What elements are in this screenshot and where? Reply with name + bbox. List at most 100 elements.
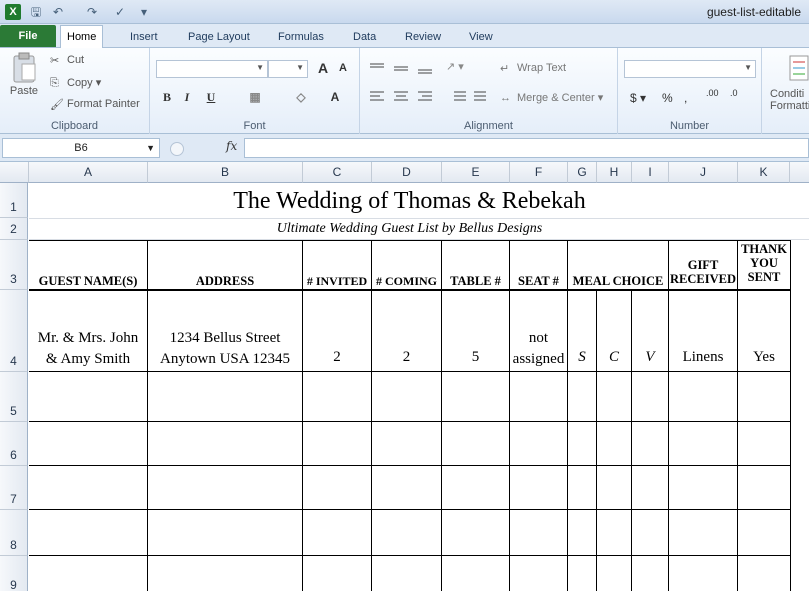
format-painter-button[interactable]: 🖌 Format Painter	[50, 98, 140, 111]
cell-gift[interactable]: Linens	[669, 349, 737, 366]
cell-meal-c[interactable]: C	[597, 349, 631, 366]
tab-page-layout[interactable]: Page Layout	[182, 28, 256, 48]
cell-meal-v[interactable]: V	[632, 349, 668, 366]
header-guest-name[interactable]: GUEST NAME(S)	[29, 274, 147, 288]
scissors-icon: ✂	[50, 55, 60, 68]
tab-data[interactable]: Data	[347, 28, 382, 48]
header-seat[interactable]: SEAT #	[510, 274, 567, 288]
sheet-title[interactable]: The Wedding of Thomas & Rebekah	[29, 184, 790, 218]
cell-table[interactable]: 5	[442, 349, 509, 366]
undo-icon[interactable]: ↶	[50, 4, 66, 20]
header-invited[interactable]: # INVITED	[303, 274, 371, 288]
header-thank-you-sent[interactable]: THANK YOU SENT	[738, 242, 790, 284]
row-header-5[interactable]: 5	[0, 372, 28, 422]
currency-button[interactable]: $ ▾	[630, 91, 646, 105]
column-header-e[interactable]: E	[442, 162, 510, 183]
name-box[interactable]: B6 ▼	[2, 138, 160, 158]
column-header-a[interactable]: A	[29, 162, 148, 183]
tab-formulas[interactable]: Formulas	[272, 28, 330, 48]
redo-icon[interactable]: ↷	[84, 4, 100, 20]
insert-function-button[interactable]: fx	[226, 139, 237, 153]
header-address[interactable]: ADDRESS	[148, 274, 302, 288]
tab-review[interactable]: Review	[399, 28, 447, 48]
spellcheck-icon[interactable]: ✓	[112, 4, 128, 20]
column-header-g[interactable]: G	[568, 162, 597, 183]
borders-icon[interactable]: ▦	[246, 90, 264, 104]
row-header-9[interactable]: 9	[0, 556, 28, 591]
comma-button[interactable]: ,	[684, 91, 687, 105]
copy-button[interactable]: ⎘ Copy ▾	[50, 76, 101, 89]
decrease-decimal-button[interactable]: .0	[730, 88, 738, 98]
cell-meal-s[interactable]: S	[568, 349, 596, 366]
header-meal-choice[interactable]: MEAL CHOICE	[568, 274, 668, 288]
row-header-3[interactable]: 3	[0, 240, 28, 290]
column-header-d[interactable]: D	[372, 162, 442, 183]
merge-center-button[interactable]: ↔ Merge & Center ▾	[500, 91, 603, 104]
cell-guest-name[interactable]: Mr. & Mrs. John & Amy Smith	[29, 328, 147, 370]
row-number: 7	[10, 492, 17, 506]
paste-button[interactable]: Paste	[6, 52, 42, 97]
header-table[interactable]: TABLE #	[442, 274, 509, 288]
underline-button[interactable]: U	[202, 90, 220, 105]
column-header-j[interactable]: J	[669, 162, 738, 183]
cell-seat[interactable]: not assigned	[510, 328, 567, 370]
header-gift-received[interactable]: GIFT RECEIVED	[669, 258, 737, 286]
formula-bar-expand-icon[interactable]	[170, 142, 184, 156]
save-icon[interactable]: 🖫	[28, 4, 44, 20]
font-size-select[interactable]: ▼	[268, 60, 308, 78]
customize-icon[interactable]: ▾	[136, 4, 152, 20]
column-header-c[interactable]: C	[303, 162, 372, 183]
column-header-l[interactable]	[790, 162, 809, 183]
column-header-f[interactable]: F	[510, 162, 568, 183]
row-number: 8	[10, 538, 17, 552]
column-header-b[interactable]: B	[148, 162, 303, 183]
column-header-k[interactable]: K	[738, 162, 790, 183]
fill-color-icon[interactable]: ◇	[292, 90, 310, 104]
font-group: ▼ ▼ A A B I U ▦ ◇ A Font	[150, 48, 360, 134]
excel-app-icon[interactable]: X	[5, 4, 21, 20]
horizontal-align-icons[interactable]	[368, 90, 488, 104]
orientation-icon[interactable]: ↗ ▾	[446, 60, 464, 73]
sheet-subtitle[interactable]: Ultimate Wedding Guest List by Bellus De…	[29, 219, 790, 239]
cell-coming[interactable]: 2	[372, 349, 441, 366]
worksheet[interactable]: A B C D E F G H I J K 1 2 3 4 5 6 7 8 9 …	[0, 162, 809, 591]
column-header-h[interactable]: H	[597, 162, 632, 183]
font-color-button[interactable]: A	[326, 90, 344, 104]
tab-file[interactable]: File	[0, 25, 56, 47]
select-all-corner[interactable]	[0, 162, 29, 183]
font-name-select[interactable]: ▼	[156, 60, 268, 78]
table-border	[29, 240, 791, 241]
cell-address[interactable]: 1234 Bellus Street Anytown USA 12345	[148, 328, 302, 370]
italic-button[interactable]: I	[178, 90, 196, 105]
document-title: guest-list-editable	[706, 5, 801, 19]
cut-button[interactable]: ✂ Cut	[50, 54, 84, 68]
paste-label: Paste	[6, 85, 42, 97]
row-header-2[interactable]: 2	[0, 218, 28, 240]
tab-view[interactable]: View	[463, 28, 499, 48]
row-header-7[interactable]: 7	[0, 466, 28, 510]
tab-insert[interactable]: Insert	[124, 28, 164, 48]
grow-font-button[interactable]: A	[314, 60, 332, 76]
percent-button[interactable]: %	[662, 91, 673, 105]
increase-decimal-button[interactable]: .00	[706, 88, 719, 98]
row-header-4[interactable]: 4	[0, 290, 28, 372]
wrap-text-button[interactable]: ↵ Wrap Text	[500, 62, 566, 75]
column-header-i[interactable]: I	[632, 162, 669, 183]
cell-thank-you[interactable]: Yes	[738, 349, 790, 366]
title-bar: X 🖫 ↶ ↷ ✓ ▾ guest-list-editable	[0, 0, 809, 24]
cell-invited[interactable]: 2	[303, 349, 371, 366]
clipboard-group: Paste ✂ Cut ⎘ Copy ▾ 🖌 Format Painter Clipb…	[0, 48, 150, 134]
header-coming[interactable]: # COMING	[372, 274, 441, 288]
formula-input[interactable]	[244, 138, 809, 158]
row-header-8[interactable]: 8	[0, 510, 28, 556]
bold-button[interactable]: B	[158, 90, 176, 105]
tab-home[interactable]: Home	[60, 25, 104, 49]
conditional-formatting-icon	[789, 55, 809, 81]
number-format-select[interactable]: ▼	[624, 60, 756, 78]
shrink-font-button[interactable]: A	[334, 62, 352, 74]
row-header-6[interactable]: 6	[0, 422, 28, 466]
table-border	[509, 240, 510, 591]
conditional-formatting-button[interactable]: Conditi Formatti	[770, 88, 809, 112]
row-header-1[interactable]: 1	[0, 183, 28, 218]
vertical-align-icons[interactable]	[368, 62, 438, 74]
